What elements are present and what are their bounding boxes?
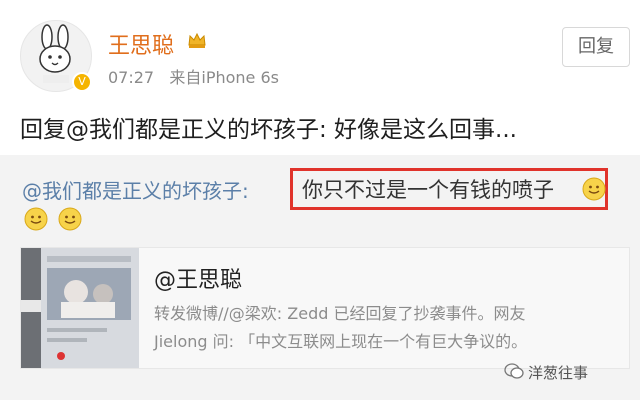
highlighted-text: 你只不过是一个有钱的喷子 [302,178,554,202]
reply-button[interactable]: 回复 [562,27,630,67]
smile-emoji-icon [24,207,48,231]
card-title[interactable]: @王思聪 [154,262,242,294]
wechat-icon [504,363,524,379]
card-text-line: 转发微博//@梁欢: Zedd 已经回复了抄袭事件。网友 [154,304,526,323]
card-text-line: Jielong 问: 「中文互联网上现在一个有巨大争议的。 [154,332,528,351]
smile-emoji-icon [58,207,82,231]
link-card[interactable]: @王思聪 转发微博//@梁欢: Zedd 已经回复了抄袭事件。网友 Jielon… [20,247,630,369]
crown-icon [188,32,206,48]
card-thumbnail[interactable] [21,248,139,368]
post-time: 07:27 [108,68,155,87]
username[interactable]: 王思聪 [108,28,174,60]
verified-badge-icon: V [72,72,92,92]
post-header: V 王思聪 07:27 来自iPhone 6s 回复 回复@我们都是正义的坏孩子… [0,0,640,155]
quote-mention[interactable]: @我们都是正义的坏孩子: [22,175,249,204]
post-meta: 07:27 来自iPhone 6s [108,64,279,88]
post-source: 来自iPhone 6s [169,68,280,87]
watermark-text: 洋葱往事 [528,364,589,382]
smile-emoji-icon [582,177,606,201]
post-text: 回复@我们都是正义的坏孩子: 好像是这么回事... [20,117,517,143]
thumbnail-image [21,248,139,368]
